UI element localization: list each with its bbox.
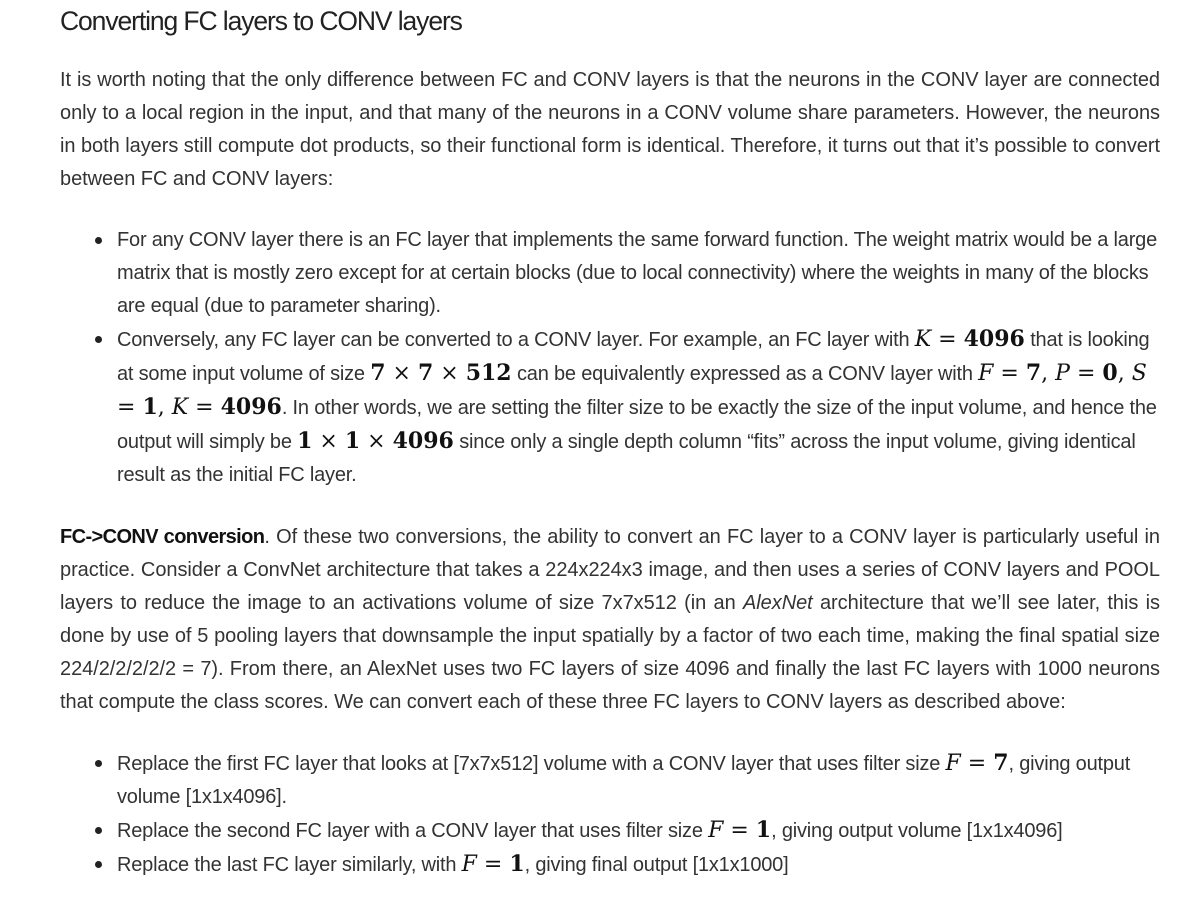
fc-conv-paragraph: FC->CONV conversion. Of these two conver… [60,521,1160,719]
list-item: Replace the first FC layer that looks at… [95,747,1160,814]
list-item-text: , giving output volume [1x1x4096] [771,820,1063,842]
list-item: Replace the second FC layer with a CONV … [95,814,1160,848]
bullet-dot [95,336,102,343]
list-item-text: , giving final output [1x1x1000] [524,854,789,876]
list-item-text: For any CONV layer there is an FC layer … [117,229,1158,317]
list-item: For any CONV layer there is an FC layer … [95,224,1160,323]
alexnet-conversion-list: Replace the first FC layer that looks at… [60,747,1160,882]
article: Converting FC layers to CONV layers It i… [60,0,1160,882]
bullet-dot [95,237,102,244]
math-formula: K = 4096 [914,326,1025,352]
list-item-text: Replace the first FC layer that looks at… [117,753,941,775]
math-formula: F = 1 [461,851,525,877]
list-item-text: Replace the last FC layer similarly, wit… [117,854,457,876]
list-item-text: Conversely, any FC layer can be converte… [117,329,910,351]
alexnet-emphasis: AlexNet [742,592,813,614]
conversion-list: For any CONV layer there is an FC layer … [60,224,1160,492]
intro-paragraph: It is worth noting that the only differe… [60,69,1160,190]
math-formula: F = 7 [945,750,1009,776]
list-item: Conversely, any FC layer can be converte… [95,323,1160,492]
list-item-text: can be equivalently expressed as a CONV … [516,363,973,385]
math-formula: 1 × 1 × 4096 [297,428,454,454]
math-formula: F = 1 [708,817,772,843]
paragraph-lead: FC->CONV conversion [60,526,265,548]
list-item: Replace the last FC layer similarly, wit… [95,848,1160,882]
section-title: Converting FC layers to CONV layers [60,6,463,36]
bullet-dot [95,861,102,868]
bullet-dot [95,760,102,767]
bullet-dot [95,827,102,834]
math-formula: 7 × 7 × 512 [370,360,512,386]
list-item-text: Replace the second FC layer with a CONV … [117,820,703,842]
